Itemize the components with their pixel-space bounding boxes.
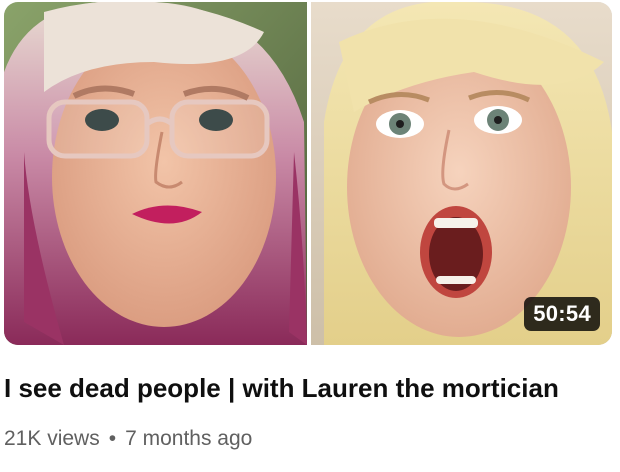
video-title[interactable]: I see dead people | with Lauren the mort… (4, 372, 614, 404)
meta-separator: • (108, 427, 117, 450)
video-thumbnail[interactable]: 50:54 (4, 2, 612, 345)
thumbnail-image (4, 2, 612, 345)
video-duration-badge: 50:54 (524, 297, 600, 331)
upload-age: 7 months ago (125, 427, 253, 450)
video-metadata: 21K views • 7 months ago (4, 425, 252, 453)
video-card[interactable]: 50:54 I see dead people | with Lauren th… (0, 0, 620, 472)
view-count: 21K views (4, 427, 100, 450)
